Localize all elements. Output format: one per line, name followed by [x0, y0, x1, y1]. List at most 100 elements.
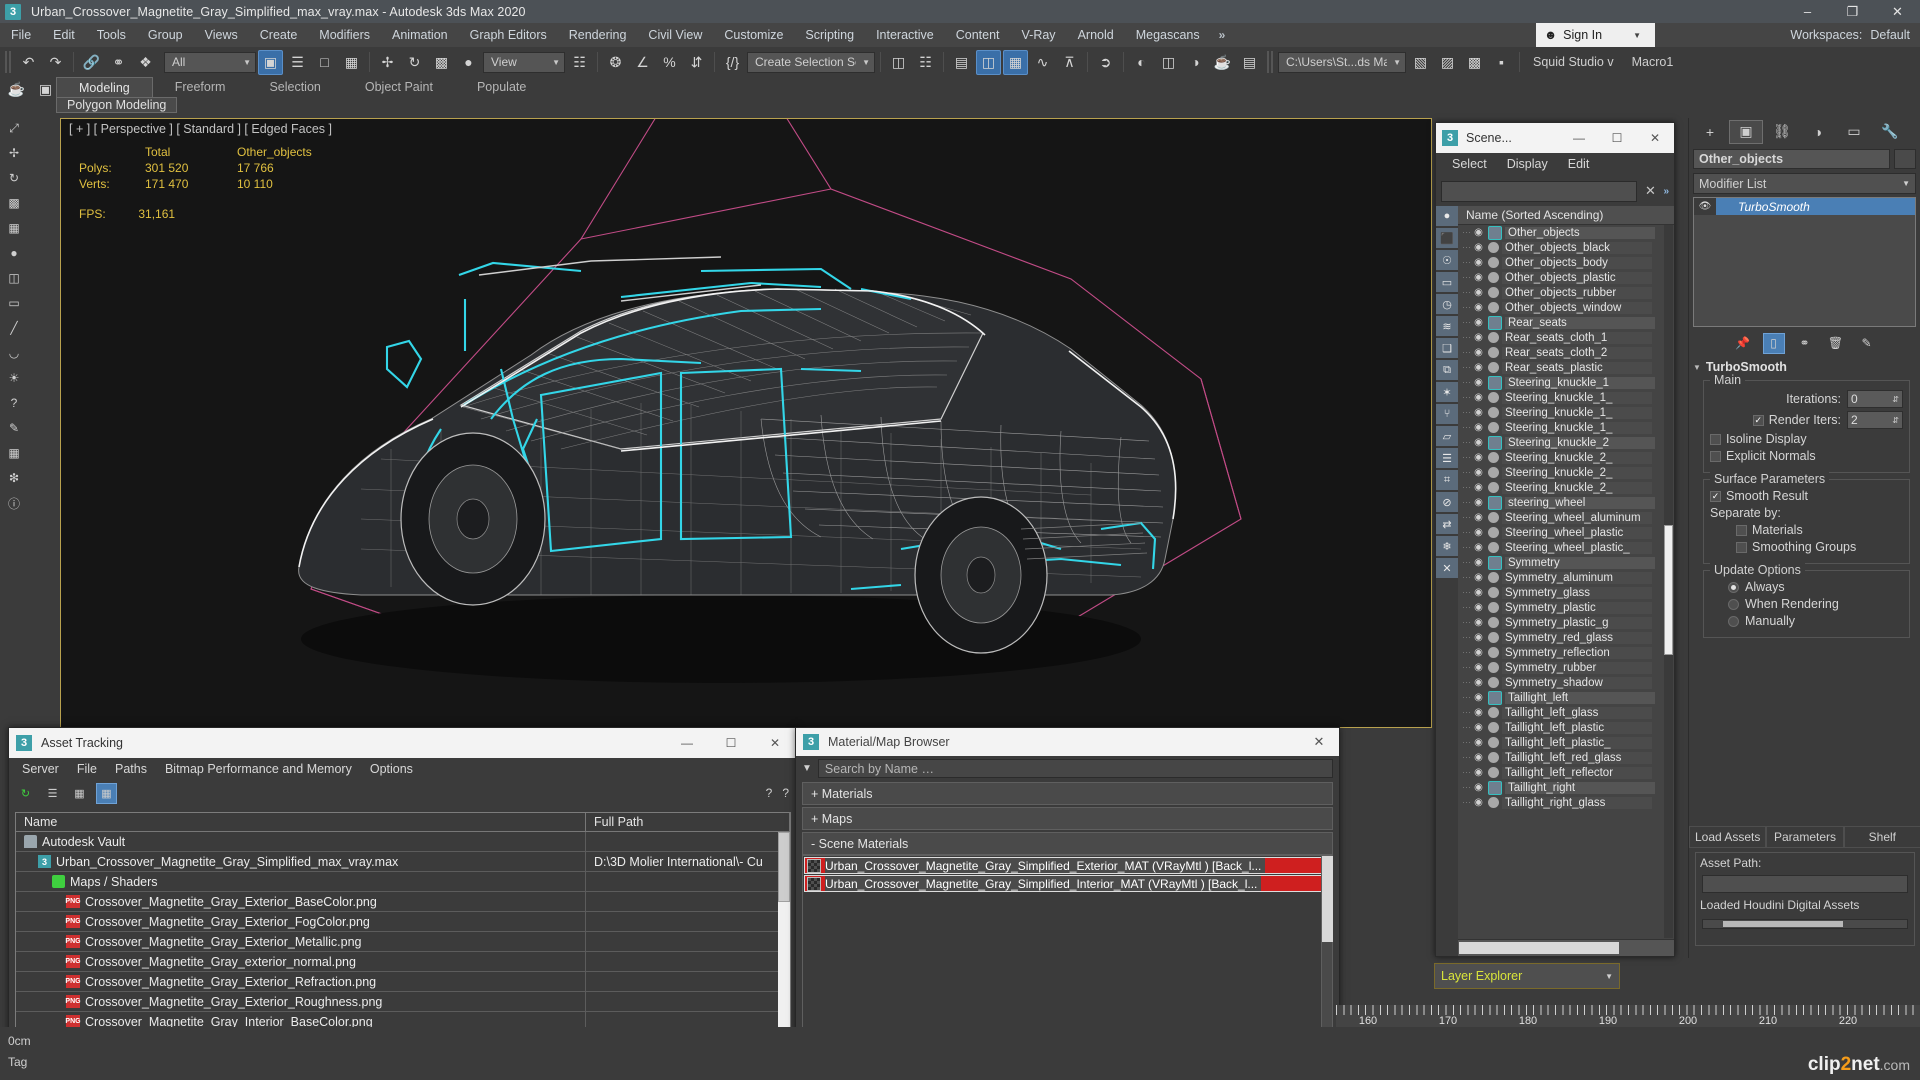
close-button[interactable]: ✕ — [1875, 0, 1920, 23]
object-icon[interactable] — [1488, 647, 1499, 658]
lights-icon[interactable]: ☉ — [1436, 250, 1458, 271]
grid-view-icon[interactable]: ▦ — [96, 782, 117, 804]
object-icon[interactable] — [1488, 362, 1499, 373]
menu-item-civil-view[interactable]: Civil View — [637, 23, 713, 47]
maximize-button[interactable]: ☐ — [1598, 123, 1636, 153]
none-icon[interactable]: ⊘ — [1436, 492, 1458, 513]
toolbar-grip[interactable] — [5, 51, 11, 73]
scene-explorer-row[interactable]: ⋯ ◉ Other_objects_rubber — [1458, 285, 1674, 300]
eye-icon[interactable]: ◉ — [1472, 227, 1485, 238]
scene-explorer-row[interactable]: ⋯ ◉ Taillight_right_glass — [1458, 795, 1674, 810]
space-warps-icon[interactable]: ≋ — [1436, 316, 1458, 337]
eye-icon[interactable]: ◉ — [1472, 377, 1485, 388]
material-list-vscrollbar[interactable] — [1321, 856, 1333, 1043]
material-list-item[interactable]: Urban_Crossover_Magnetite_Gray_Simplifie… — [804, 875, 1331, 892]
material-editor-button[interactable]: ◐ — [1129, 50, 1154, 75]
menu-item-modifiers[interactable]: Modifiers — [308, 23, 381, 47]
close-button[interactable]: ✕ — [753, 728, 797, 758]
menu-item-group[interactable]: Group — [137, 23, 194, 47]
asset-menu-bitmap-performance-and-memory[interactable]: Bitmap Performance and Memory — [156, 762, 361, 776]
teapot-icon[interactable]: ☕ — [4, 77, 29, 102]
eye-icon[interactable]: ◉ — [1472, 662, 1485, 673]
motion-tab[interactable]: ◑ — [1801, 120, 1835, 144]
menu-item-content[interactable]: Content — [945, 23, 1011, 47]
rotate-tool-icon[interactable]: ↻ — [3, 167, 25, 189]
hierarchy-tab[interactable]: ⛓ — [1765, 120, 1799, 144]
ribbon-tab-object-paint[interactable]: Object Paint — [343, 77, 455, 97]
ribbon-tab-selection[interactable]: Selection — [247, 77, 342, 97]
asset-row[interactable]: PNG Crossover_Magnetite_Gray_exterior_nor… — [16, 951, 790, 972]
geometry-icon[interactable]: ⬛ — [1436, 228, 1458, 249]
object-icon[interactable] — [1488, 737, 1499, 748]
eye-icon[interactable]: ◉ — [1472, 332, 1485, 343]
materials-row[interactable]: Materials — [1710, 523, 1903, 537]
scrollbar-thumb[interactable] — [778, 832, 790, 902]
explicit-normals-row[interactable]: Explicit Normals — [1710, 449, 1903, 463]
object-name-field[interactable]: Other_objects — [1693, 149, 1890, 169]
ribbon-tab-freeform[interactable]: Freeform — [153, 77, 248, 97]
scene-explorer-row[interactable]: ⋯ ◉ Symmetry_shadow — [1458, 675, 1674, 690]
eye-icon[interactable]: ◉ — [1472, 317, 1485, 328]
scene-explorer-row[interactable]: ⋯ ◉ Steering_knuckle_2_ — [1458, 450, 1674, 465]
close-button[interactable]: ✕ — [1299, 728, 1339, 756]
object-icon[interactable] — [1488, 602, 1499, 613]
eye-icon[interactable]: ◉ — [1472, 677, 1485, 688]
eye-icon[interactable]: ◉ — [1472, 647, 1485, 658]
object-icon[interactable] — [1488, 632, 1499, 643]
ribbon-tab-populate[interactable]: Populate — [455, 77, 548, 97]
help-add-icon[interactable]: ? — [766, 786, 773, 800]
cylinder-tool-icon[interactable]: ◫ — [3, 267, 25, 289]
create-tab[interactable]: + — [1693, 120, 1727, 144]
project-path-combo[interactable]: C:\Users\St...ds Max 2020 ▼ — [1278, 51, 1406, 73]
group-icon[interactable] — [1488, 555, 1502, 570]
scene-explorer-hscrollbar[interactable] — [1458, 939, 1674, 956]
help-icon[interactable]: ? — [782, 786, 789, 800]
details-view-icon[interactable]: ▦ — [69, 783, 90, 804]
scene-explorer-menu-select[interactable]: Select — [1442, 157, 1497, 171]
object-icon[interactable] — [1488, 542, 1499, 553]
spinner-snap-button[interactable]: ⇵ — [684, 50, 709, 75]
eye-icon[interactable]: ◉ — [1472, 752, 1485, 763]
select-rotate-button[interactable]: ↻ — [402, 50, 427, 75]
minimize-button[interactable]: – — [1785, 0, 1830, 23]
asset-row[interactable]: 3 Urban_Crossover_Magnetite_Gray_Simplifi… — [16, 851, 790, 872]
eye-icon[interactable]: ◉ — [1472, 572, 1485, 583]
perspective-viewport[interactable]: [ + ] [ Perspective ] [ Standard ] [ Edg… — [60, 118, 1432, 728]
help-tool-icon[interactable]: ? — [3, 392, 25, 414]
object-icon[interactable] — [1488, 332, 1499, 343]
eye-icon[interactable]: ◉ — [1472, 362, 1485, 373]
eye-icon[interactable]: ◉ — [1472, 467, 1485, 478]
sphere-tool-icon[interactable]: ● — [3, 242, 25, 264]
named-selection-set-combo[interactable]: Create Selection Se ▼ — [747, 51, 875, 73]
make-unique-icon[interactable]: ⚭ — [1794, 333, 1816, 354]
eye-icon[interactable]: ◉ — [1472, 587, 1485, 598]
freeze-icon[interactable]: ❄ — [1436, 536, 1458, 557]
percent-snap-button[interactable]: % — [657, 50, 682, 75]
modify-tab[interactable]: ▣ — [1729, 119, 1763, 144]
edit-named-sets-button[interactable]: {/} — [720, 50, 745, 75]
scene-materials-list[interactable]: Urban_Crossover_Magnetite_Gray_Simplifie… — [802, 855, 1333, 1044]
scene-explorer-row[interactable]: ⋯ ◉ Other_objects_black — [1458, 240, 1674, 255]
box-tool-icon[interactable]: ▦ — [3, 217, 25, 239]
paint-tool-icon[interactable]: ✎ — [3, 417, 25, 439]
scene-explorer-search-input[interactable] — [1441, 180, 1638, 202]
render-iterative-button[interactable]: ▤ — [1237, 50, 1262, 75]
uv-tool-icon[interactable]: ▦ — [3, 442, 25, 464]
material-list-item[interactable]: Urban_Crossover_Magnetite_Gray_Simplifie… — [804, 857, 1331, 874]
menu-item-views[interactable]: Views — [194, 23, 249, 47]
viewport-label[interactable]: [ + ] [ Perspective ] [ Standard ] [ Edg… — [69, 122, 332, 136]
eye-icon[interactable]: ◉ — [1472, 692, 1485, 703]
helpers-icon[interactable]: ◷ — [1436, 294, 1458, 315]
asset-row[interactable]: PNG Crossover_Magnetite_Gray_Exterior_Met… — [16, 931, 790, 952]
scene-explorer-row[interactable]: ⋯ ◉ Taillight_left_reflector — [1458, 765, 1674, 780]
snap-tool-icon[interactable]: ❇ — [3, 467, 25, 489]
sphere-icon[interactable]: ● — [1436, 206, 1458, 227]
object-icon[interactable] — [1488, 722, 1499, 733]
scene-explorer-row[interactable]: ⋯ ◉ Steering_knuckle_1_ — [1458, 405, 1674, 420]
eye-icon[interactable]: ◉ — [1472, 542, 1485, 553]
scrollbar-thumb[interactable] — [1664, 525, 1673, 655]
asset-tracking-grid[interactable]: Name Full Path Autodesk Vault 3 Urban_Cros… — [15, 812, 791, 1046]
object-icon[interactable] — [1488, 707, 1499, 718]
render-setup-button[interactable]: ◫ — [1156, 50, 1181, 75]
asset-row[interactable]: PNG Crossover_Magnetite_Gray_Exterior_Ref… — [16, 971, 790, 992]
